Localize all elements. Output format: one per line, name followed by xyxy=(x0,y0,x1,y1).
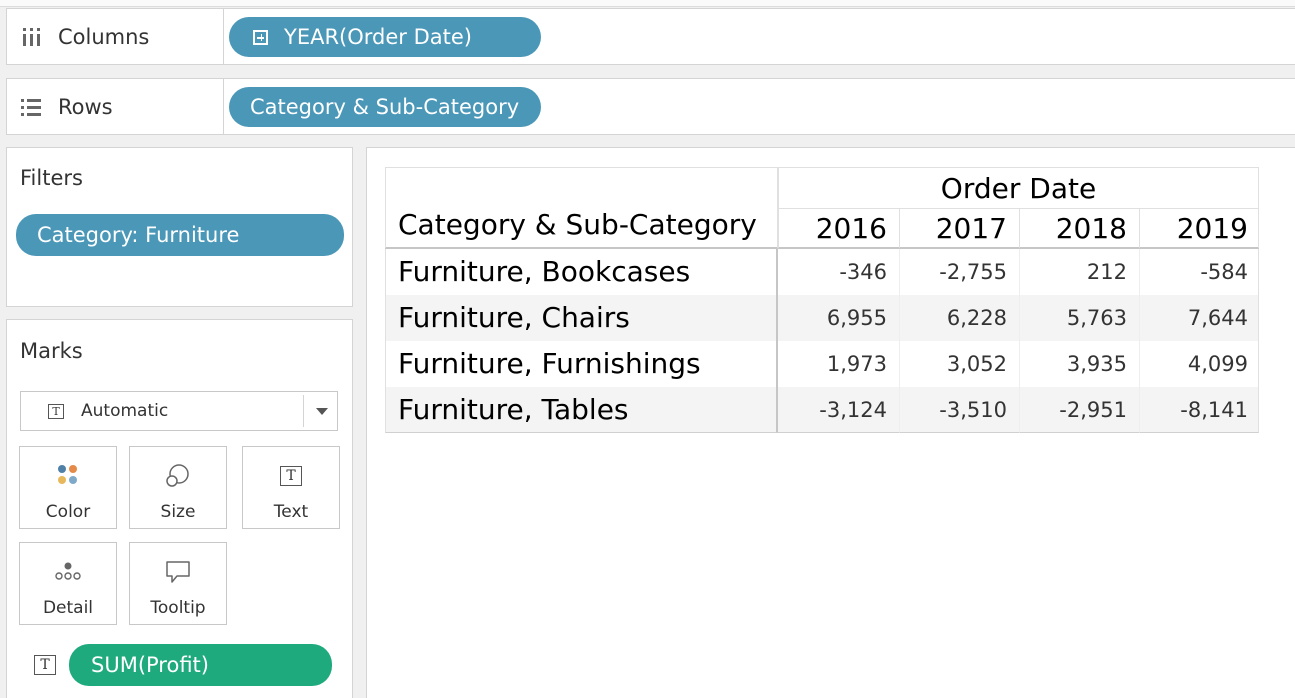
rows-shelf-label-area: Rows xyxy=(7,79,224,134)
text-button-label: Text xyxy=(273,502,309,522)
year-order-date-pill-label: YEAR(Order Date) xyxy=(284,25,472,49)
row-label: Furniture, Furnishings xyxy=(398,347,701,380)
detail-button[interactable]: Detail xyxy=(19,542,117,625)
row-label-cell[interactable]: Furniture, Tables xyxy=(385,387,778,433)
category-furniture-filter-pill[interactable]: Category: Furniture xyxy=(16,214,344,256)
detail-dots-icon xyxy=(54,561,82,588)
year-2017-label: 2017 xyxy=(935,212,1007,245)
text-mark-type-icon: T xyxy=(48,403,64,419)
sum-profit-pill-label: SUM(Profit) xyxy=(91,653,209,677)
detail-button-label: Detail xyxy=(42,598,94,618)
tooltip-button-label: Tooltip xyxy=(150,598,206,618)
row-label: Furniture, Chairs xyxy=(398,301,630,334)
text-t-icon: T xyxy=(280,466,302,486)
value-cell[interactable]: -3,510 xyxy=(899,387,1019,433)
value-cell[interactable]: -3,124 xyxy=(778,387,899,433)
order-date-header-cell[interactable]: Order Date xyxy=(778,167,1259,209)
year-2019-label: 2019 xyxy=(1176,212,1248,245)
text-encoding-icon: T xyxy=(34,655,56,675)
year-header-2016[interactable]: 2016 xyxy=(778,209,899,249)
sum-profit-pill[interactable]: SUM(Profit) xyxy=(69,644,332,686)
year-order-date-pill[interactable]: YEAR(Order Date) xyxy=(229,17,541,57)
value-cell[interactable]: 3,935 xyxy=(1019,341,1139,387)
tooltip-bubble-icon xyxy=(165,560,191,589)
value-cell[interactable]: -346 xyxy=(778,249,899,295)
value-cell[interactable]: -2,755 xyxy=(899,249,1019,295)
value-cell[interactable]: 212 xyxy=(1019,249,1139,295)
marks-title: Marks xyxy=(20,339,83,363)
value-cell[interactable]: 3,052 xyxy=(899,341,1019,387)
row-label: Furniture, Tables xyxy=(398,393,629,426)
rows-icon xyxy=(20,96,42,118)
text-button[interactable]: T Text xyxy=(242,446,340,529)
rows-shelf-label: Rows xyxy=(58,94,113,119)
value-cell[interactable]: 5,763 xyxy=(1019,295,1139,341)
row-label-cell[interactable]: Furniture, Chairs xyxy=(385,295,778,341)
value-cell[interactable]: 6,228 xyxy=(899,295,1019,341)
order-date-header: Order Date xyxy=(940,172,1097,205)
expand-plus-icon[interactable] xyxy=(253,29,268,45)
viz-canvas: Order Date Category & Sub-Category 2016 … xyxy=(366,147,1295,698)
color-button-label: Color xyxy=(45,502,91,522)
year-2018-label: 2018 xyxy=(1055,212,1127,245)
category-furniture-filter-label: Category: Furniture xyxy=(37,223,240,247)
columns-icon xyxy=(20,26,42,48)
toolbar-strip xyxy=(0,0,1295,7)
mark-type-select[interactable]: T Automatic xyxy=(20,391,338,431)
value-cell[interactable]: 7,644 xyxy=(1139,295,1259,341)
tooltip-button[interactable]: Tooltip xyxy=(129,542,227,625)
size-circles-icon xyxy=(165,463,191,494)
row-label-cell[interactable]: Furniture, Furnishings xyxy=(385,341,778,387)
size-button-label: Size xyxy=(160,502,196,522)
filters-title: Filters xyxy=(20,166,83,190)
category-subcategory-pill-label: Category & Sub-Category xyxy=(250,95,520,119)
columns-shelf[interactable]: Columns YEAR(Order Date) xyxy=(6,8,1295,65)
crosstab-table: Order Date Category & Sub-Category 2016 … xyxy=(385,167,1259,433)
row-label-cell[interactable]: Furniture, Bookcases xyxy=(385,249,778,295)
mark-type-value: Automatic xyxy=(81,401,169,421)
filters-card[interactable]: Filters Category: Furniture xyxy=(6,147,353,307)
rows-shelf[interactable]: Rows Category & Sub-Category xyxy=(6,78,1295,135)
columns-shelf-label-area: Columns xyxy=(7,9,224,64)
columns-shelf-label: Columns xyxy=(58,24,150,49)
year-2016-label: 2016 xyxy=(815,212,887,245)
category-subcategory-header: Category & Sub-Category xyxy=(398,208,757,241)
year-header-2019[interactable]: 2019 xyxy=(1139,209,1259,249)
year-header-2018[interactable]: 2018 xyxy=(1019,209,1139,249)
marks-card[interactable]: Marks T Automatic Color Size T Text Deta… xyxy=(6,319,353,698)
select-divider xyxy=(303,395,304,427)
value-cell[interactable]: 1,973 xyxy=(778,341,899,387)
row-label: Furniture, Bookcases xyxy=(398,255,691,288)
value-cell[interactable]: -8,141 xyxy=(1139,387,1259,433)
color-button[interactable]: Color xyxy=(19,446,117,529)
chevron-down-icon[interactable] xyxy=(316,408,328,415)
year-header-2017[interactable]: 2017 xyxy=(899,209,1019,249)
value-cell[interactable]: -2,951 xyxy=(1019,387,1139,433)
color-dots-icon xyxy=(56,463,80,492)
value-cell[interactable]: 4,099 xyxy=(1139,341,1259,387)
value-cell[interactable]: 6,955 xyxy=(778,295,899,341)
category-subcategory-pill[interactable]: Category & Sub-Category xyxy=(229,87,541,127)
value-cell[interactable]: -584 xyxy=(1139,249,1259,295)
row-header-cell[interactable]: Category & Sub-Category xyxy=(385,167,778,249)
size-button[interactable]: Size xyxy=(129,446,227,529)
